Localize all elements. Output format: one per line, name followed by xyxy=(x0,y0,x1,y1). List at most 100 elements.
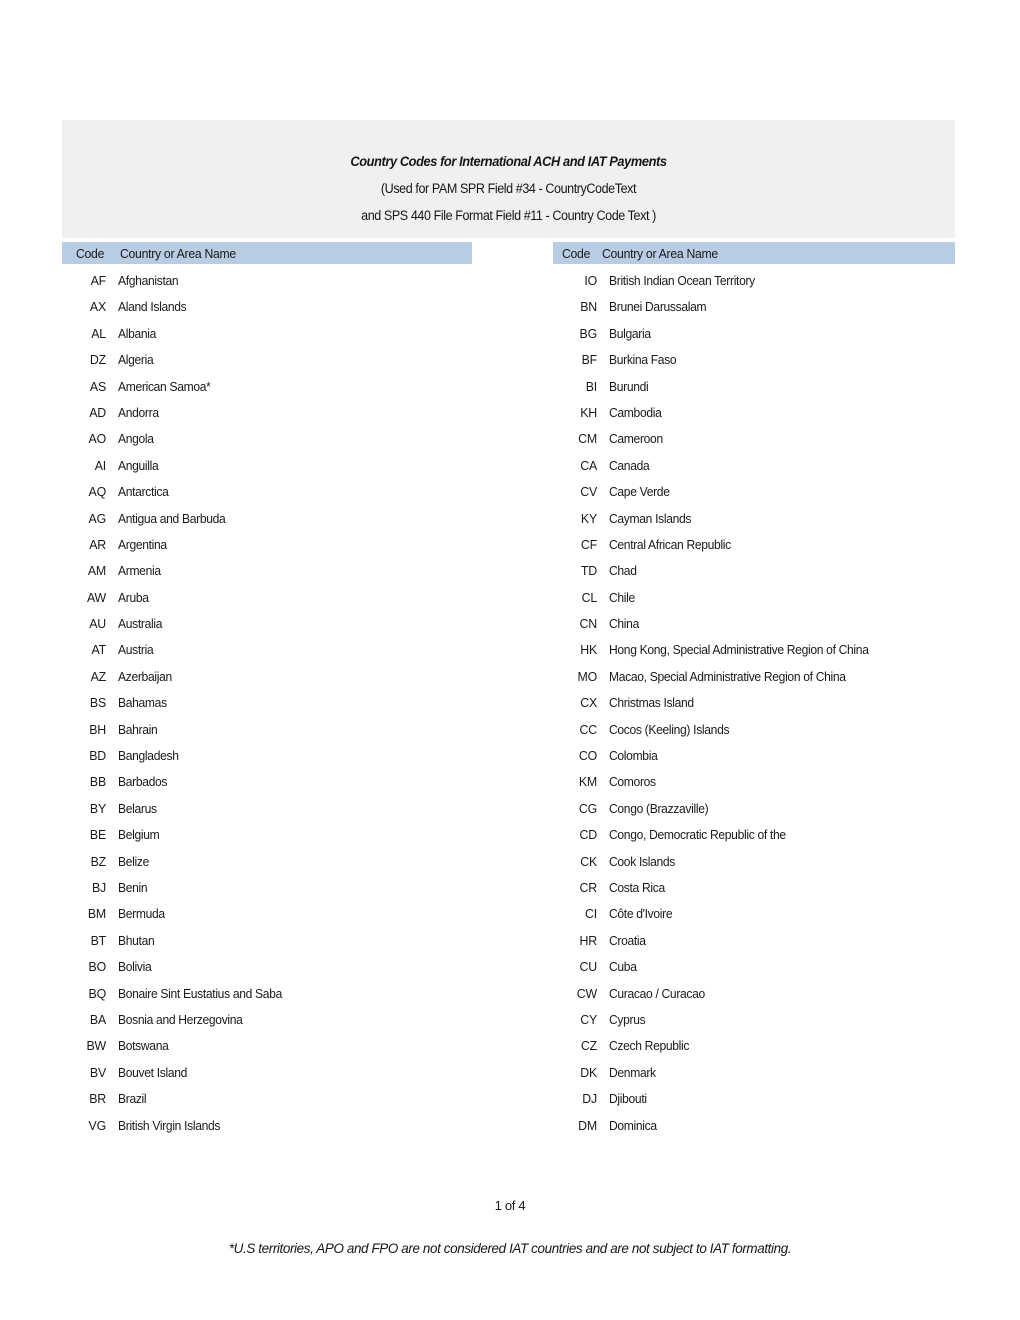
country-name-cell: Algeria xyxy=(118,352,154,368)
country-name-cell: Belgium xyxy=(118,827,160,843)
country-name-cell: Cuba xyxy=(609,959,637,975)
table-row: CI Côte d'Ivoire xyxy=(553,901,955,927)
country-code-cell: AZ xyxy=(90,668,107,684)
country-name-cell: Costa Rica xyxy=(609,879,665,895)
country-name-cell: Bosnia and Herzegovina xyxy=(118,1011,243,1027)
country-code-cell: AT xyxy=(91,642,107,658)
table-row: AI Anguilla xyxy=(62,453,472,479)
country-code-cell: BD xyxy=(89,748,106,764)
country-name-cell: Bouvet Island xyxy=(118,1064,188,1080)
country-code-cell: CG xyxy=(578,800,597,816)
country-code-cell: AR xyxy=(89,536,106,552)
document-subtitle-line-2: and SPS 440 File Format Field #11 - Coun… xyxy=(361,208,656,223)
country-code-cell: DJ xyxy=(582,1091,597,1107)
country-name-cell: Bulgaria xyxy=(609,325,651,341)
country-code-cell: BR xyxy=(89,1091,106,1107)
column-header-code-left: Code xyxy=(76,246,105,261)
country-name-cell: Albania xyxy=(118,325,157,341)
document-title: Country Codes for International ACH and … xyxy=(350,154,667,169)
country-code-column-left: AF Afghanistan AX Aland Islands AL Albania DZ A… xyxy=(62,268,472,1139)
country-code-cell: BA xyxy=(89,1011,106,1027)
table-row: CL Chile xyxy=(553,585,955,611)
table-row: CZ Czech Republic xyxy=(553,1033,955,1059)
country-code-cell: CL xyxy=(581,589,598,605)
country-code-cell: DK xyxy=(580,1064,597,1080)
country-code-cell: CI xyxy=(585,906,597,922)
country-name-cell: Belarus xyxy=(118,800,157,816)
country-name-cell: Christmas Island xyxy=(609,695,694,711)
country-code-cell: BJ xyxy=(91,879,106,895)
country-name-cell: Cape Verde xyxy=(609,484,670,500)
country-name-cell: Australia xyxy=(118,616,163,632)
country-name-cell: Djibouti xyxy=(609,1091,647,1107)
country-code-cell: HR xyxy=(579,932,598,948)
country-name-cell: Hong Kong, Special Administrative Region… xyxy=(609,642,869,658)
country-name-cell: British Indian Ocean Territory xyxy=(609,273,755,288)
country-name-cell: Côte d'Ivoire xyxy=(609,906,673,922)
country-code-cell: KY xyxy=(580,510,597,526)
country-code-cell: BI xyxy=(585,378,597,394)
table-row: IO British Indian Ocean Territory xyxy=(553,268,955,294)
table-row: BG Bulgaria xyxy=(553,321,955,347)
country-name-cell: Chad xyxy=(609,563,637,579)
country-code-cell: AD xyxy=(89,404,106,420)
table-row: AG Antigua and Barbuda xyxy=(62,506,472,532)
country-name-cell: Cayman Islands xyxy=(609,510,692,526)
country-name-cell: Bermuda xyxy=(118,906,165,922)
country-code-cell: CV xyxy=(580,484,597,500)
country-code-cell: AM xyxy=(87,563,106,579)
table-row: CU Cuba xyxy=(553,954,955,980)
country-name-cell: Antarctica xyxy=(118,484,169,500)
country-name-cell: Aruba xyxy=(118,589,149,605)
country-name-cell: Central African Republic xyxy=(609,536,731,552)
country-name-cell: Armenia xyxy=(118,563,161,579)
country-name-cell: Congo, Democratic Republic of the xyxy=(609,827,786,843)
table-row: BY Belarus xyxy=(62,796,472,822)
table-row: CF Central African Republic xyxy=(553,532,955,558)
country-name-cell: Chile xyxy=(609,589,635,605)
table-row: CC Cocos (Keeling) Islands xyxy=(553,717,955,743)
table-row: AM Armenia xyxy=(62,558,472,584)
country-code-cell: BZ xyxy=(90,853,107,869)
table-row: BZ Belize xyxy=(62,849,472,875)
table-row: CR Costa Rica xyxy=(553,875,955,901)
country-code-cell: BO xyxy=(88,959,107,975)
table-row: CG Congo (Brazzaville) xyxy=(553,796,955,822)
table-row: AF Afghanistan xyxy=(62,268,472,294)
table-row: AL Albania xyxy=(62,321,472,347)
table-row: CK Cook Islands xyxy=(553,849,955,875)
country-code-cell: CW xyxy=(576,985,597,1001)
country-code-cell: CK xyxy=(580,853,597,869)
country-code-cell: BM xyxy=(87,906,106,922)
country-name-cell: Congo (Brazzaville) xyxy=(609,800,709,816)
table-row: CO Colombia xyxy=(553,743,955,769)
country-code-cell: CC xyxy=(579,721,598,737)
column-header-code-right: Code xyxy=(562,246,591,261)
country-code-cell: TD xyxy=(580,563,597,579)
footnote: *U.S territories, APO and FPO are not co… xyxy=(228,1240,792,1256)
table-row: BH Bahrain xyxy=(62,717,472,743)
country-name-cell: Cameroon xyxy=(609,431,663,447)
country-code-cell: AS xyxy=(89,378,106,394)
table-row: KH Cambodia xyxy=(553,400,955,426)
table-row: BQ Bonaire Sint Eustatius and Saba xyxy=(62,981,472,1007)
table-row: AD Andorra xyxy=(62,400,472,426)
country-code-cell: CA xyxy=(580,457,597,473)
country-code-cell: BF xyxy=(581,352,598,368)
country-code-cell: CX xyxy=(580,695,597,711)
country-code-cell: BB xyxy=(89,774,106,790)
table-row: BR Brazil xyxy=(62,1086,472,1112)
country-code-cell: BW xyxy=(86,1038,106,1054)
country-code-cell: VG xyxy=(88,1117,107,1133)
document-subtitle-line-1: (Used for PAM SPR Field #34 - CountryCod… xyxy=(380,181,637,196)
table-row: CX Christmas Island xyxy=(553,690,955,716)
country-code-cell: CY xyxy=(580,1011,597,1027)
country-code-cell: BQ xyxy=(88,985,107,1001)
country-name-cell: Cocos (Keeling) Islands xyxy=(609,721,730,737)
table-row: DZ Algeria xyxy=(62,347,472,373)
country-name-cell: Croatia xyxy=(609,932,646,948)
column-header-name-right: Country or Area Name xyxy=(602,246,718,261)
country-name-cell: Curacao / Curacao xyxy=(609,985,705,1001)
table-row: DM Dominica xyxy=(553,1113,955,1139)
table-row: BD Bangladesh xyxy=(62,743,472,769)
